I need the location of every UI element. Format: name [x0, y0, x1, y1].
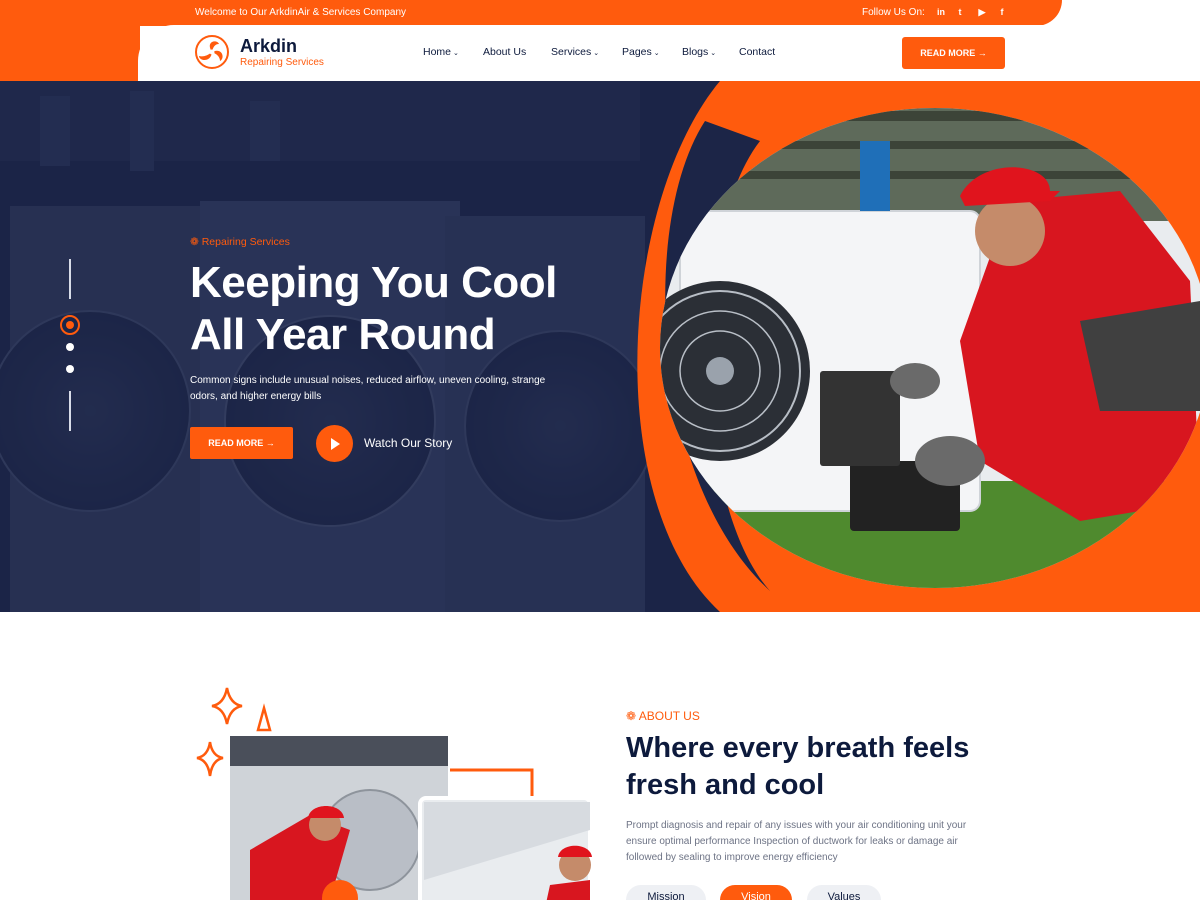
top-bar: Welcome to Our ArkdinAir & Services Comp… — [0, 0, 1062, 26]
watch-story-link[interactable]: Watch Our Story — [364, 436, 452, 450]
hero-section: ❁ Repairing Services Keeping You Cool Al… — [0, 81, 1200, 612]
nav-services-label: Services — [551, 46, 592, 58]
slide-dot-active[interactable] — [60, 315, 80, 335]
follow-label: Follow Us On: — [862, 7, 925, 18]
nav-home[interactable]: Home ⌄ — [423, 46, 459, 58]
logo-fan-icon[interactable] — [195, 35, 229, 69]
header-read-more-button[interactable]: READ MORE → — [902, 37, 1005, 69]
pagination-line-bottom — [69, 391, 71, 431]
about-title: Where every breath feels fresh and cool — [626, 732, 970, 801]
tab-vision[interactable]: Vision — [720, 885, 792, 900]
nav-contact[interactable]: Contact — [739, 46, 775, 58]
pagination-line-top — [69, 259, 71, 299]
welcome-text: Welcome to Our ArkdinAir & Services Comp… — [195, 7, 407, 18]
hero-title-line1: Keeping You Cool — [190, 258, 557, 307]
brand-name[interactable]: Arkdin — [240, 36, 297, 57]
main-header: Arkdin Repairing Services Home ⌄ About Us… — [138, 25, 1200, 81]
nav-blogs[interactable]: Blogs ⌄ — [682, 46, 716, 58]
about-images-collage — [196, 687, 592, 900]
brand-tagline: Repairing Services — [240, 57, 324, 68]
play-icon — [330, 437, 340, 450]
twitter-icon[interactable]: t — [953, 5, 967, 19]
slide-dot[interactable] — [66, 343, 74, 351]
nav-services[interactable]: Services ⌄ — [551, 46, 599, 58]
chevron-down-icon: ⌄ — [593, 50, 600, 57]
hero-read-more-button[interactable]: READ MORE → — [190, 427, 293, 459]
nav-pages[interactable]: Pages ⌄ — [622, 46, 660, 58]
tab-mission[interactable]: Mission — [626, 885, 706, 900]
nav-home-label: Home — [423, 46, 452, 58]
chevron-down-icon: ⌄ — [453, 50, 459, 57]
chevron-down-icon: ⌄ — [710, 50, 717, 57]
about-tagline: ❁ ABOUT US — [626, 709, 700, 723]
nav-about-us[interactable]: About Us — [483, 46, 526, 58]
slide-dot[interactable] — [66, 365, 74, 373]
facebook-icon[interactable]: f — [995, 5, 1009, 19]
hero-title-line2: All Year Round — [190, 310, 496, 359]
chevron-down-icon: ⌄ — [653, 50, 660, 57]
nav-contact-label: Contact — [739, 46, 776, 58]
linkedin-icon[interactable]: in — [934, 5, 948, 19]
nav-pages-label: Pages — [622, 46, 652, 58]
nav-about-label: About Us — [483, 46, 527, 58]
hero-tagline: ❁ Repairing Services — [190, 236, 290, 248]
hero-title: Keeping You Cool All Year Round — [190, 257, 610, 361]
header-accent-block — [0, 24, 140, 82]
youtube-icon[interactable]: ▶ — [975, 5, 989, 19]
about-description: Prompt diagnosis and repair of any issue… — [626, 820, 967, 863]
hero-description: Common signs include unusual noises, red… — [190, 375, 546, 402]
nav-blogs-label: Blogs — [682, 46, 709, 58]
play-video-button[interactable] — [316, 425, 353, 462]
page: Welcome to Our ArkdinAir & Services Comp… — [0, 0, 1200, 900]
tab-values[interactable]: Values — [807, 885, 881, 900]
